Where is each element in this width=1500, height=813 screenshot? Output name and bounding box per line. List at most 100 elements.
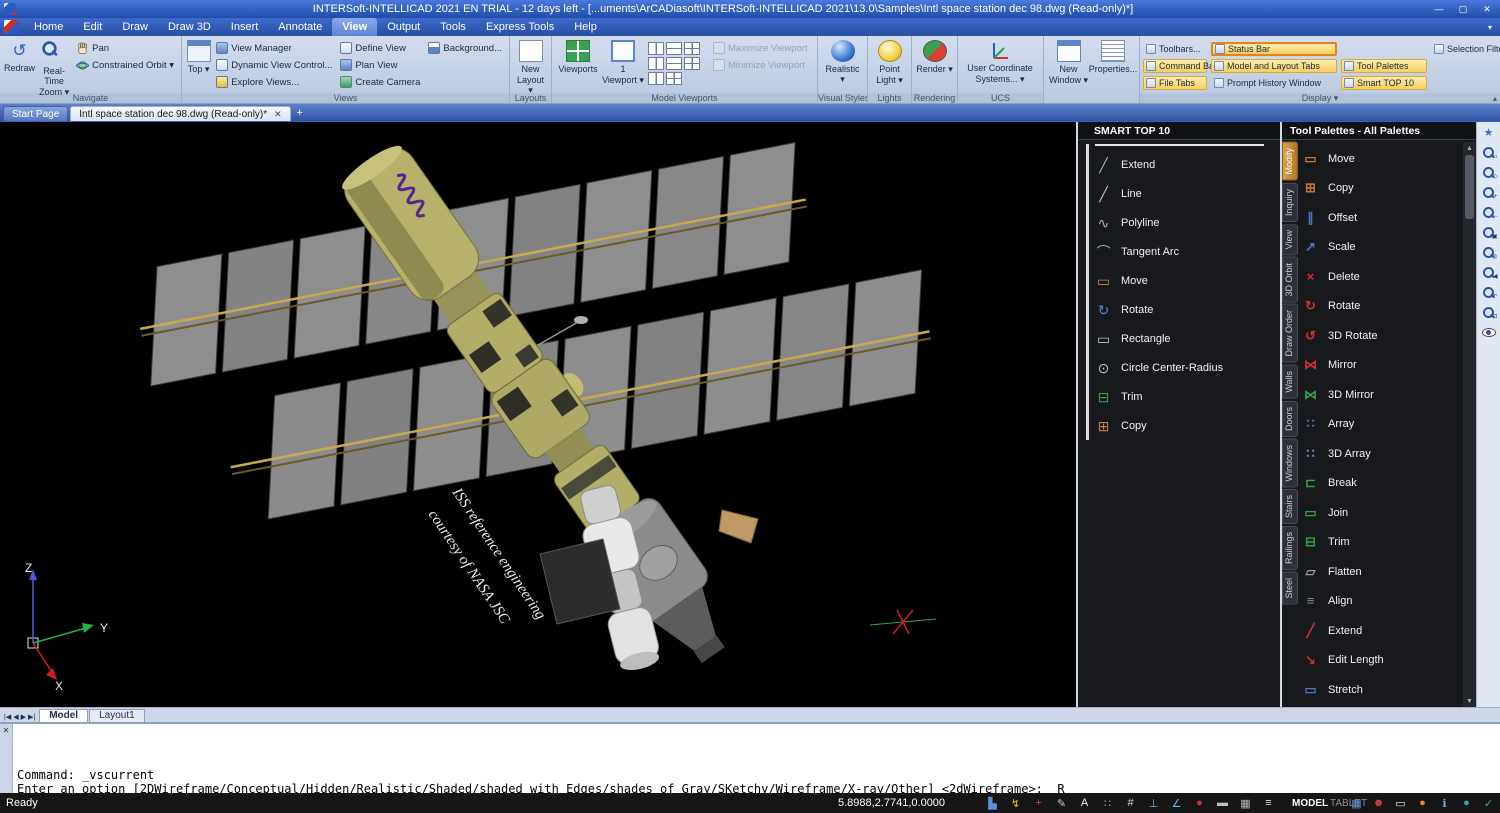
command-bar-toggle[interactable]: Command Bar [1143, 59, 1207, 73]
palette-tool-item[interactable]: ⊏ Break [1302, 469, 1461, 499]
zoom-left-icon[interactable]: ◀ [1479, 264, 1499, 281]
annotation-icon[interactable]: A [1077, 796, 1092, 811]
premium-tools-button[interactable]: ★ [1479, 124, 1499, 141]
one-viewport-button[interactable]: 1 Viewport ▾ [601, 39, 645, 93]
menu-tab[interactable]: Insert [221, 18, 269, 36]
maximize-button[interactable]: ▢ [1454, 2, 1472, 16]
palette-tool-item[interactable]: ∥ Offset [1302, 203, 1461, 233]
redraw-button[interactable]: ↺ Redraw [3, 39, 36, 93]
realtime-zoom-button[interactable]: Real-Time Zoom ▾ [36, 39, 72, 93]
viewport-4-button[interactable] [684, 42, 700, 55]
visual-style-eye-button[interactable] [1479, 324, 1499, 341]
menu-tab[interactable]: Output [377, 18, 430, 36]
palette-tool-item[interactable]: ↺ 3D Rotate [1302, 321, 1461, 351]
layout-tab[interactable]: Model [39, 709, 88, 722]
palette-tool-item[interactable]: ▭ Join [1302, 498, 1461, 528]
zoom-previous-icon[interactable]: ↶ [1479, 284, 1499, 301]
menu-tab[interactable]: Help [564, 18, 607, 36]
record-icon[interactable]: ● [1192, 796, 1207, 811]
palette-tab[interactable]: Steel [1282, 572, 1298, 605]
create-camera-button[interactable]: Create Camera [338, 74, 422, 90]
minimize-button[interactable]: — [1430, 2, 1448, 16]
smart-tool-item[interactable]: ▭ Rectangle [1095, 324, 1276, 353]
palette-tab[interactable]: 3D Orbit [1282, 257, 1298, 303]
palette-tab[interactable]: Inquiry [1282, 183, 1298, 222]
layout-tab[interactable]: Layout1 [89, 709, 145, 722]
smart-tool-item[interactable]: ⊞ Copy [1095, 411, 1276, 440]
top-view-button[interactable]: Top ▾ [185, 39, 212, 93]
scroll-down-icon[interactable]: ▼ [1466, 695, 1473, 707]
info-icon[interactable]: ℹ [1437, 796, 1452, 811]
background-button[interactable]: Background... [426, 40, 504, 56]
layout-nav-arrow-icon[interactable]: ▶ [21, 713, 26, 721]
prompt-history-toggle[interactable]: Prompt History Window [1211, 76, 1337, 90]
menu-tab[interactable]: View [332, 18, 377, 36]
ortho-icon[interactable]: ⊥ [1146, 796, 1161, 811]
palette-tab[interactable]: Windows [1282, 439, 1298, 488]
menu-tab[interactable]: Annotate [268, 18, 332, 36]
zoom-center-icon[interactable]: ◎ [1479, 244, 1499, 261]
scroll-thumb[interactable] [1465, 155, 1474, 219]
network-icon[interactable]: ● [1415, 796, 1430, 811]
dynamic-view-control-button[interactable]: Dynamic View Control... [214, 57, 334, 73]
grid-icon[interactable]: # [1123, 796, 1138, 811]
toolbars-button[interactable]: Toolbars... [1143, 42, 1207, 56]
tool-palettes-toggle[interactable]: Tool Palettes [1341, 59, 1427, 73]
palette-tab[interactable]: Modify [1282, 142, 1298, 181]
palette-tool-item[interactable]: ▱ Flatten [1302, 557, 1461, 587]
viewport-canvas[interactable]: ISS reference engineering courtesy of NA… [0, 122, 1076, 708]
menu-tab[interactable]: Home [24, 18, 73, 36]
file-tabs-toggle[interactable]: File Tabs [1143, 76, 1207, 90]
monitor-icon[interactable]: ▭ [1393, 796, 1408, 811]
palette-scrollbar[interactable]: ▲ ▼ [1463, 142, 1476, 707]
palette-tab[interactable]: Walls [1282, 365, 1298, 399]
viewport-2h-button[interactable] [666, 42, 682, 55]
viewport-3a-button[interactable] [684, 57, 700, 70]
smart-tool-item[interactable]: ⊟ Trim [1095, 382, 1276, 411]
viewport-2v-button[interactable] [648, 42, 664, 55]
palette-tool-item[interactable]: ▭ Move [1302, 144, 1461, 174]
menu-tab[interactable]: Express Tools [476, 18, 564, 36]
palette-tab[interactable]: View [1282, 224, 1298, 255]
user-icon[interactable]: ☻ [1371, 796, 1386, 811]
start-page-tab[interactable]: Start Page [3, 106, 68, 121]
menu-tab[interactable]: Draw [112, 18, 158, 36]
viewport-3b-button[interactable] [648, 72, 664, 85]
menu-overflow-icon[interactable]: ▾ [1482, 18, 1498, 36]
constrained-orbit-button[interactable]: Constrained Orbit ▾ [74, 57, 176, 73]
palette-tab[interactable]: Doors [1282, 401, 1298, 437]
model-viewport[interactable]: ISS reference engineering courtesy of NA… [0, 122, 1076, 707]
zoom-window-icon[interactable]: ▭ [1479, 144, 1499, 161]
edit-pencil-icon[interactable]: ✎ [1054, 796, 1069, 811]
close-button[interactable]: ✕ [1478, 2, 1496, 16]
lineweight-icon[interactable]: ▬ [1215, 796, 1230, 811]
visual-style-button[interactable]: Realistic ▾ [821, 39, 864, 93]
layout-nav-arrow-icon[interactable]: ◀ [13, 713, 18, 721]
viewport-3r-button[interactable] [666, 57, 682, 70]
command-window-grip[interactable]: ✕ [0, 724, 13, 793]
active-document-tab[interactable]: Intl space station dec 98.dwg (Read-only… [70, 106, 290, 121]
view-manager-button[interactable]: View Manager [214, 40, 334, 56]
command-history[interactable]: Command: _vscurrentEnter an option [2DWi… [13, 724, 1500, 793]
command-close-icon[interactable]: ✕ [3, 726, 10, 735]
layout-nav-arrow-icon[interactable]: |◀ [4, 713, 11, 721]
smart-tool-item[interactable]: ↻ Rotate [1095, 295, 1276, 324]
palette-tool-item[interactable]: ↗ Scale [1302, 233, 1461, 263]
palette-tool-item[interactable]: ↻ Rotate [1302, 292, 1461, 322]
snap-grid-icon[interactable]: ∷ [1100, 796, 1115, 811]
smart-tool-item[interactable]: ∿ Polyline [1095, 208, 1276, 237]
palette-tool-item[interactable]: ⊞ Copy [1302, 174, 1461, 204]
zoom-dynamic-icon[interactable]: ◇ [1479, 164, 1499, 181]
new-layout-button[interactable]: New Layout ▾ [513, 39, 548, 93]
ribbon-collapse-icon[interactable]: ▴ [1493, 94, 1497, 103]
palette-tool-item[interactable]: ↘ Edit Length [1302, 646, 1461, 676]
crosshair-icon[interactable]: + [1031, 796, 1046, 811]
palette-tab[interactable]: Draw Order [1282, 304, 1298, 363]
status-bar-toggle[interactable]: Status Bar [1211, 42, 1337, 56]
palette-tool-item[interactable]: ⊟ Trim [1302, 528, 1461, 558]
tablet-mode-icon[interactable]: ▦ [1238, 796, 1253, 811]
new-window-button[interactable]: New Window ▾ [1047, 39, 1090, 93]
smart-tool-item[interactable]: ╱ Line [1095, 179, 1276, 208]
scroll-up-icon[interactable]: ▲ [1466, 142, 1473, 154]
performance-icon[interactable]: ▙ [985, 796, 1000, 811]
